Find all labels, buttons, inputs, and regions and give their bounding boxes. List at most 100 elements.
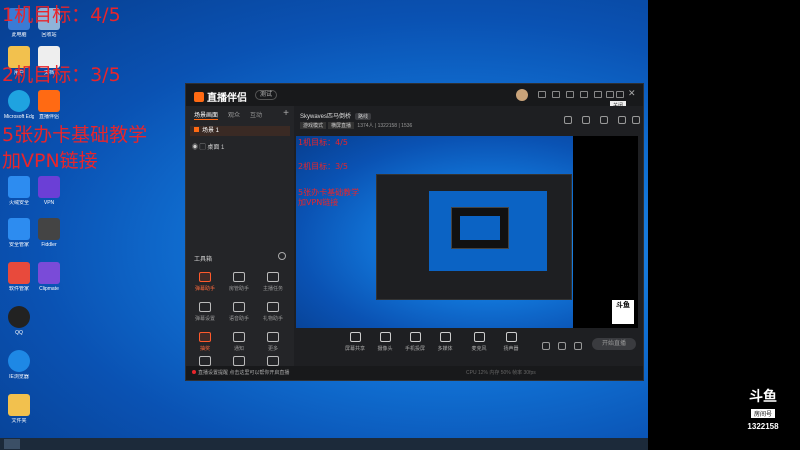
tool-danmu-settings[interactable]: 弹幕设置 <box>188 302 222 322</box>
version-badge[interactable]: 测试 <box>255 90 278 100</box>
start-live-button[interactable]: 开始直播 <box>592 338 636 350</box>
alert-icon <box>192 370 196 374</box>
desktop-icon[interactable]: 直播伴侣 <box>34 90 64 120</box>
monitor-icon <box>349 332 361 342</box>
sticker-icon <box>199 356 211 366</box>
live-preview[interactable]: 1机目标：4/5 2机目标：3/5 5张办卡基础教学 加VPN链接 斗鱼 <box>296 136 638 328</box>
tool-tools[interactable] <box>222 356 256 366</box>
overlay-goal-1: 1机目标：4/5 <box>2 4 121 26</box>
preview-douyu-logo: 斗鱼 <box>612 300 634 324</box>
scene-icon <box>194 127 199 132</box>
start-button[interactable] <box>4 439 20 449</box>
desktop-icon[interactable]: QQ <box>4 306 34 336</box>
notice-text[interactable]: 直播设置提醒 点击这里可以帮你开启直播 <box>192 369 289 376</box>
tool-danmu[interactable]: 弹幕助手 <box>188 272 222 292</box>
overlay-goal-2: 2机目标：3/5 <box>2 64 121 86</box>
desktop-icon[interactable]: IE浏览器 <box>4 350 34 380</box>
desktop-icon[interactable]: 软件管家 <box>4 262 34 292</box>
desktop-icon[interactable]: Microsoft Edge <box>4 90 34 120</box>
more-icon <box>267 332 279 342</box>
tab-audience[interactable]: 观众 <box>228 110 240 119</box>
phone-icon <box>409 332 421 342</box>
help-icon[interactable] <box>552 91 560 98</box>
douyu-watermark: 斗鱼 房间号 1322158 <box>738 389 788 431</box>
scene-item[interactable]: 场景 1 <box>190 126 290 136</box>
play-icon <box>439 332 451 342</box>
media-button[interactable]: 多媒体 <box>430 332 460 352</box>
record-icon[interactable] <box>542 342 550 350</box>
maximize-icon[interactable] <box>616 91 624 98</box>
bottom-toolbar: 屏幕共享 摄像头 手机投屏 多媒体 麦克风 扬声器 开始直播 <box>296 330 643 360</box>
tool-more[interactable]: 更多 <box>256 332 290 352</box>
menu-icon[interactable] <box>594 91 602 98</box>
record-icon[interactable] <box>582 116 590 124</box>
desktop-icon[interactable]: 安全管家 <box>4 218 34 248</box>
minimize-icon[interactable] <box>606 91 614 98</box>
tool-room-admin[interactable]: 房管助手 <box>222 272 256 292</box>
speaker-button[interactable]: 扬声器 <box>496 332 526 352</box>
desktop-icon[interactable]: Fiddler <box>34 218 64 248</box>
avatar[interactable] <box>516 89 528 101</box>
tools-icon <box>233 356 245 366</box>
tool-notify[interactable]: 通知 <box>222 332 256 352</box>
screen-icon[interactable] <box>580 91 588 98</box>
folder-icon <box>8 394 30 416</box>
mail-icon[interactable] <box>600 116 608 124</box>
performance-stats: CPU 12% 内存 50% 帧率 30fps <box>466 370 536 376</box>
app-icon <box>38 218 60 240</box>
left-panel: 场景画面 观众 互动 + 场景 1 ◉ ▢ 桌面 1 工具箱 弹幕助手 房管助手… <box>186 106 294 380</box>
phone-cast-button[interactable]: 手机投屏 <box>400 332 430 352</box>
tool-lottery[interactable]: 抽奖 <box>188 332 222 352</box>
speaker-icon <box>505 332 517 342</box>
qq-icon <box>8 306 30 328</box>
list-icon[interactable] <box>564 116 572 124</box>
overlay-tutorial: 5张办卡基础教学 <box>2 124 148 146</box>
black-sidebar <box>648 0 800 450</box>
microphone-button[interactable]: 麦克风 <box>464 332 494 352</box>
person-icon <box>233 272 245 282</box>
desktop-icon[interactable]: 火绒安全 <box>4 176 34 206</box>
edge-icon <box>8 90 30 112</box>
tool-gift[interactable]: 礼物助手 <box>256 302 290 322</box>
bell-icon[interactable] <box>618 116 626 124</box>
add-icon[interactable]: + <box>283 108 289 119</box>
software-manager-icon <box>8 262 30 284</box>
share-icon[interactable] <box>632 116 640 124</box>
message-icon[interactable] <box>538 91 546 98</box>
download-icon <box>267 356 279 366</box>
desktop-icon[interactable]: Clipmate <box>34 262 64 292</box>
taskbar <box>0 438 648 450</box>
microphone-icon <box>473 332 485 342</box>
title-bar: 直播伴侣 测试 ✕ 关闭 <box>186 84 643 110</box>
tool-voice[interactable]: 语音助手 <box>222 302 256 322</box>
gift-icon <box>267 302 279 312</box>
shield-icon <box>8 176 30 198</box>
camera-button[interactable]: 摄像头 <box>370 332 400 352</box>
desktop-icon[interactable]: 文件夹 <box>4 394 34 424</box>
screen-share-button[interactable]: 屏幕共享 <box>340 332 370 352</box>
preview-nested-screen-3 <box>460 216 500 240</box>
preview-desktop: 1机目标：4/5 2机目标：3/5 5张办卡基础教学 加VPN链接 <box>296 136 573 328</box>
source-item[interactable]: ◉ ▢ 桌面 1 <box>192 142 224 151</box>
security-icon <box>8 218 30 240</box>
live-companion-window: 直播伴侣 测试 ✕ 关闭 场景画面 观众 互动 + 场景 1 ◉ ▢ 桌面 1 … <box>185 83 644 381</box>
room-info: 游戏模式 横屏直播 1374人 | 1322158 | 1536 <box>300 122 412 129</box>
tool-sticker[interactable] <box>188 356 222 366</box>
preview-overlay-2: 2机目标：3/5 <box>298 162 348 171</box>
shirt-icon[interactable] <box>566 91 574 98</box>
tab-interact[interactable]: 互动 <box>250 110 262 119</box>
tab-scene[interactable]: 场景画面 <box>194 110 219 120</box>
eye-icon[interactable]: ◉ ▢ <box>192 145 207 151</box>
tool-task[interactable]: 主播任务 <box>256 272 290 292</box>
desktop-icon[interactable]: VPN <box>34 176 64 206</box>
tool-download[interactable] <box>256 356 290 366</box>
close-icon[interactable]: ✕ <box>628 88 636 99</box>
preview-nested-screen-2 <box>451 207 509 249</box>
settings-icon[interactable] <box>574 342 582 350</box>
voice-icon <box>233 302 245 312</box>
camera-icon <box>379 332 391 342</box>
toolbox-toggle-icon[interactable] <box>278 252 286 260</box>
room-label: 房间号 <box>750 409 775 418</box>
clock-icon[interactable] <box>558 342 566 350</box>
app-logo: 直播伴侣 <box>194 89 247 104</box>
